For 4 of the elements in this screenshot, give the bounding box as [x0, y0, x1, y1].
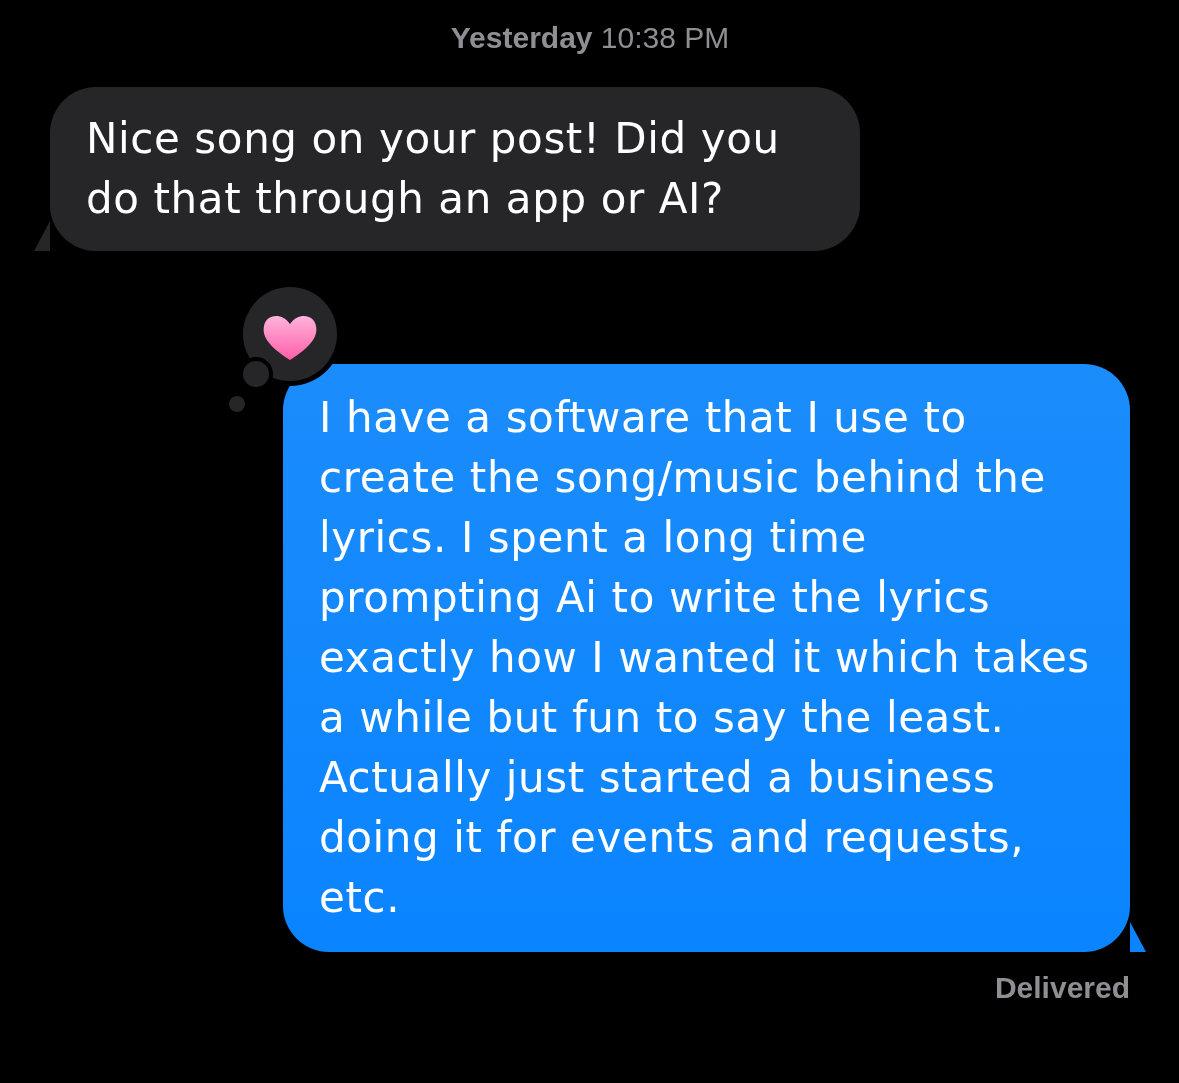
received-message-bubble: Nice song on your post! Did you do that through an app or AI?	[50, 87, 860, 251]
sent-message-bubble: I have a software that I use to create the song/music behind the lyrics. I spent a long time prompting Ai to write the lyrics exactly how I wanted it which takes a while but fun to say the least. Actually just started a business doing it for events and requests, etc.	[283, 364, 1130, 952]
delivery-status: Delivered	[994, 970, 1130, 1006]
timestamp: Yesterday 10:38 PM	[450, 20, 730, 56]
